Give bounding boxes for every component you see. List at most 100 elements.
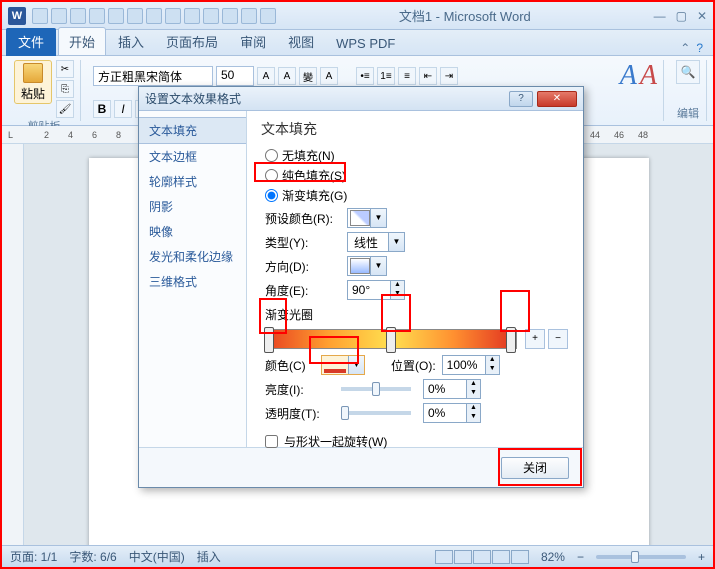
qat-preview-icon[interactable] [146,8,162,24]
tab-file[interactable]: 文件 [6,28,56,56]
ribbon-minimize-icon[interactable]: ⌃ [680,41,690,55]
nav-text-outline[interactable]: 文本边框 [139,144,246,169]
qat-link-icon[interactable] [260,8,276,24]
font-size-select[interactable]: 50 [216,66,254,86]
maximize-button[interactable]: ▢ [676,9,687,23]
qat-table-icon[interactable] [203,8,219,24]
dialog-help-button[interactable]: ? [509,91,533,107]
nav-shadow[interactable]: 阴影 [139,194,246,219]
transparency-input[interactable] [424,404,466,422]
nav-reflection[interactable]: 映像 [139,219,246,244]
brightness-spinbox[interactable]: ▲▼ [423,379,481,399]
dialog-nav: 文本填充 文本边框 轮廓样式 阴影 映像 发光和柔化边缘 三维格式 [139,111,247,447]
dialog-titlebar[interactable]: 设置文本效果格式 ? ✕ [139,87,583,111]
help-icon[interactable]: ? [696,41,703,55]
italic-icon[interactable]: I [114,100,132,118]
indent-dec-icon[interactable]: ⇤ [419,67,437,85]
rotate-with-shape-checkbox[interactable] [265,435,278,448]
tab-layout[interactable]: 页面布局 [156,28,228,55]
nav-3d-format[interactable]: 三维格式 [139,269,246,294]
phonetic-icon[interactable]: 變 [299,67,317,85]
qat-undo-icon[interactable] [51,8,67,24]
transparency-spinbox[interactable]: ▲▼ [423,403,481,423]
view-web-icon[interactable] [473,550,491,564]
zoom-percent[interactable]: 82% [541,550,565,564]
qat-print-icon[interactable] [127,8,143,24]
qat-pic-icon[interactable] [222,8,238,24]
tab-review[interactable]: 审阅 [230,28,276,55]
status-page[interactable]: 页面: 1/1 [10,548,57,565]
preset-swatch-icon [350,210,370,226]
numbering-icon[interactable]: 1≡ [377,67,395,85]
direction-combo[interactable]: ▼ [347,256,387,276]
view-outline-icon[interactable] [492,550,510,564]
brightness-input[interactable] [424,380,466,398]
position-input[interactable] [443,356,485,374]
find-button[interactable]: 🔍 [676,60,700,84]
font-name-select[interactable]: 方正粗黑宋简体 [93,66,213,86]
style-a-blue[interactable]: A [620,60,637,92]
angle-input[interactable] [348,281,390,299]
gradient-stop-1[interactable] [264,327,274,353]
type-combo[interactable]: 线性▼ [347,232,405,252]
dialog-close-x-button[interactable]: ✕ [537,91,577,107]
qat-save-icon[interactable] [32,8,48,24]
vertical-ruler[interactable] [2,144,24,545]
dialog-title: 设置文本效果格式 [145,90,509,107]
gradient-stop-3[interactable] [506,327,516,353]
color-combo[interactable]: ▼ [321,355,365,375]
gradient-bar[interactable] [265,329,517,349]
status-insert-mode[interactable]: 插入 [197,548,221,565]
tab-insert[interactable]: 插入 [108,28,154,55]
copy-icon[interactable]: ⎘ [56,80,74,98]
preset-color-label: 预设颜色(R): [265,210,341,227]
tab-view[interactable]: 视图 [278,28,324,55]
zoom-in-button[interactable]: + [698,550,705,564]
position-label: 位置(O): [391,357,436,374]
bullets-icon[interactable]: •≡ [356,67,374,85]
remove-stop-button[interactable]: − [548,329,568,349]
preset-color-combo[interactable]: ▼ [347,208,387,228]
nav-glow[interactable]: 发光和柔化边缘 [139,244,246,269]
nav-text-fill[interactable]: 文本填充 [139,117,246,144]
view-print-icon[interactable] [435,550,453,564]
qat-spell-icon[interactable] [184,8,200,24]
style-a-red[interactable]: A [640,60,657,92]
qat-redo-icon[interactable] [70,8,86,24]
brightness-slider[interactable] [341,387,411,391]
zoom-out-button[interactable]: − [577,550,584,564]
qat-new-icon[interactable] [108,8,124,24]
tab-wps-pdf[interactable]: WPS PDF [326,32,405,55]
transparency-slider[interactable] [341,411,411,415]
qat-mail-icon[interactable] [165,8,181,24]
radio-no-fill[interactable] [265,149,278,162]
view-draft-icon[interactable] [511,550,529,564]
view-read-icon[interactable] [454,550,472,564]
nav-outline-style[interactable]: 轮廓样式 [139,169,246,194]
gradient-stop-2[interactable] [386,327,396,353]
close-window-button[interactable]: ✕ [697,9,707,23]
cut-icon[interactable]: ✂ [56,60,74,78]
dialog-close-button[interactable]: 关闭 [501,457,569,479]
multilevel-icon[interactable]: ≡ [398,67,416,85]
zoom-slider[interactable] [596,555,686,559]
qat-open-icon[interactable] [89,8,105,24]
format-painter-icon[interactable]: 🖌 [56,100,74,118]
char-border-icon[interactable]: A [320,67,338,85]
minimize-button[interactable]: — [654,9,666,23]
angle-spinbox[interactable]: ▲▼ [347,280,405,300]
tab-home[interactable]: 开始 [58,27,106,55]
add-stop-button[interactable]: + [525,329,545,349]
shrink-font-icon[interactable]: A [278,67,296,85]
grow-font-icon[interactable]: A [257,67,275,85]
status-words[interactable]: 字数: 6/6 [69,548,116,565]
qat-chart-icon[interactable] [241,8,257,24]
bold-icon[interactable]: B [93,100,111,118]
radio-solid-fill[interactable] [265,169,278,182]
indent-inc-icon[interactable]: ⇥ [440,67,458,85]
paste-button[interactable]: 粘贴 [14,60,52,104]
color-label: 颜色(C) [265,357,315,374]
radio-gradient-fill[interactable] [265,189,278,202]
status-language[interactable]: 中文(中国) [129,548,185,565]
position-spinbox[interactable]: ▲▼ [442,355,500,375]
